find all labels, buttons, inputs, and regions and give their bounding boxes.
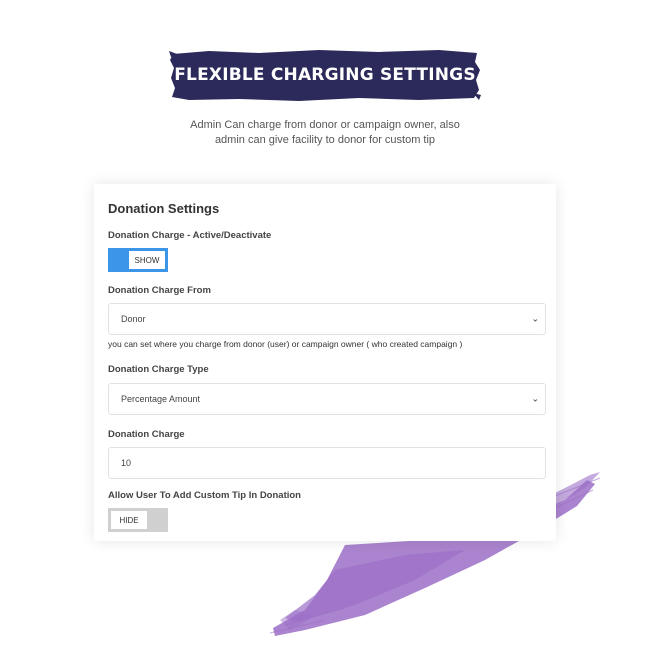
toggle-knob-label: HIDE (111, 511, 147, 529)
card-title: Donation Settings (108, 201, 220, 216)
charge-from-help: you can set where you charge from donor … (108, 339, 463, 349)
subtitle-line-2: admin can give facility to donor for cus… (214, 134, 436, 146)
charge-label: Donation Charge (108, 429, 185, 440)
charge-from-label: Donation Charge From (108, 285, 211, 296)
section-banner: FLEXIBLE CHARGING SETTINGS (169, 48, 481, 102)
charge-type-value: Percentage Amount (121, 394, 201, 404)
chevron-down-icon: ⌄ (531, 313, 539, 324)
subtitle: Admin Can charge from donor or campaign … (150, 118, 500, 148)
charge-value: 10 (121, 458, 132, 468)
charge-type-label: Donation Charge Type (108, 364, 209, 375)
toggle-knob-label: SHOW (129, 251, 165, 269)
custom-tip-label: Allow User To Add Custom Tip In Donation (108, 490, 301, 501)
charge-input[interactable]: 10 (108, 447, 546, 479)
custom-tip-toggle[interactable]: HIDE (108, 508, 168, 532)
banner-title: FLEXIBLE CHARGING SETTINGS (174, 65, 476, 85)
charge-type-select[interactable]: Percentage Amount ⌄ (108, 383, 546, 415)
charge-from-value: Donor (121, 314, 146, 324)
donation-settings-card: Donation Settings Donation Charge - Acti… (94, 184, 556, 541)
subtitle-line-1: Admin Can charge from donor or campaign … (190, 119, 460, 131)
chevron-down-icon: ⌄ (531, 393, 539, 404)
charge-from-select[interactable]: Donor ⌄ (108, 303, 546, 335)
charge-active-label: Donation Charge - Active/Deactivate (108, 230, 272, 241)
charge-active-toggle[interactable]: SHOW (108, 248, 168, 272)
